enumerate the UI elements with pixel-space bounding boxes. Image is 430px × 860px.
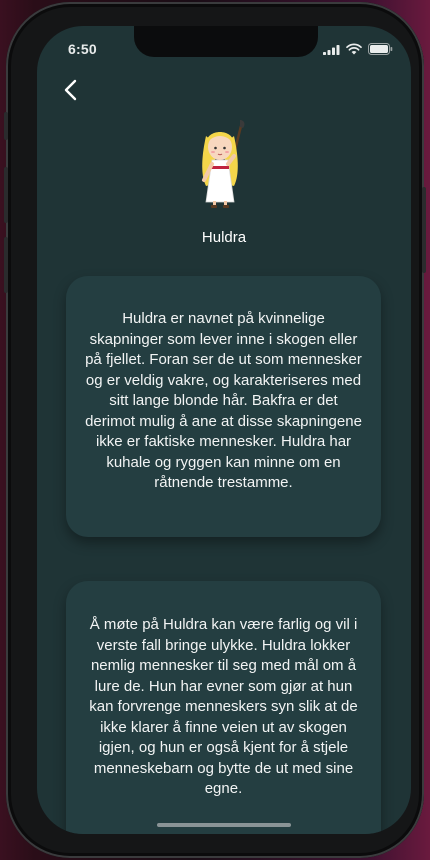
volume-down-button [4,237,8,293]
battery-icon [368,43,393,55]
notch [134,26,318,57]
info-card-danger: Å møte på Huldra kan være farlig og vil … [66,581,381,834]
signal-icon [323,44,340,55]
status-icons [323,43,393,55]
status-time: 6:50 [68,41,97,57]
back-button[interactable] [59,76,83,104]
mute-switch [4,112,8,140]
chevron-left-icon [64,79,77,101]
card-text: Å møte på Huldra kan være farlig og vil … [89,616,358,797]
huldra-avatar-icon [202,120,245,208]
app-screen: 6:50 Huldra Huldra er navnet på kvinneli… [37,26,411,834]
info-card-description: Huldra er navnet på kvinnelige skapninge… [66,276,381,537]
character-name: Huldra [201,229,247,246]
phone-frame: 6:50 Huldra Huldra er navnet på kvinneli… [4,2,426,858]
wifi-icon [346,43,362,55]
card-text: Huldra er navnet på kvinnelige skapninge… [85,310,362,491]
power-button [422,187,426,273]
volume-up-button [4,167,8,223]
home-indicator[interactable] [157,823,291,827]
